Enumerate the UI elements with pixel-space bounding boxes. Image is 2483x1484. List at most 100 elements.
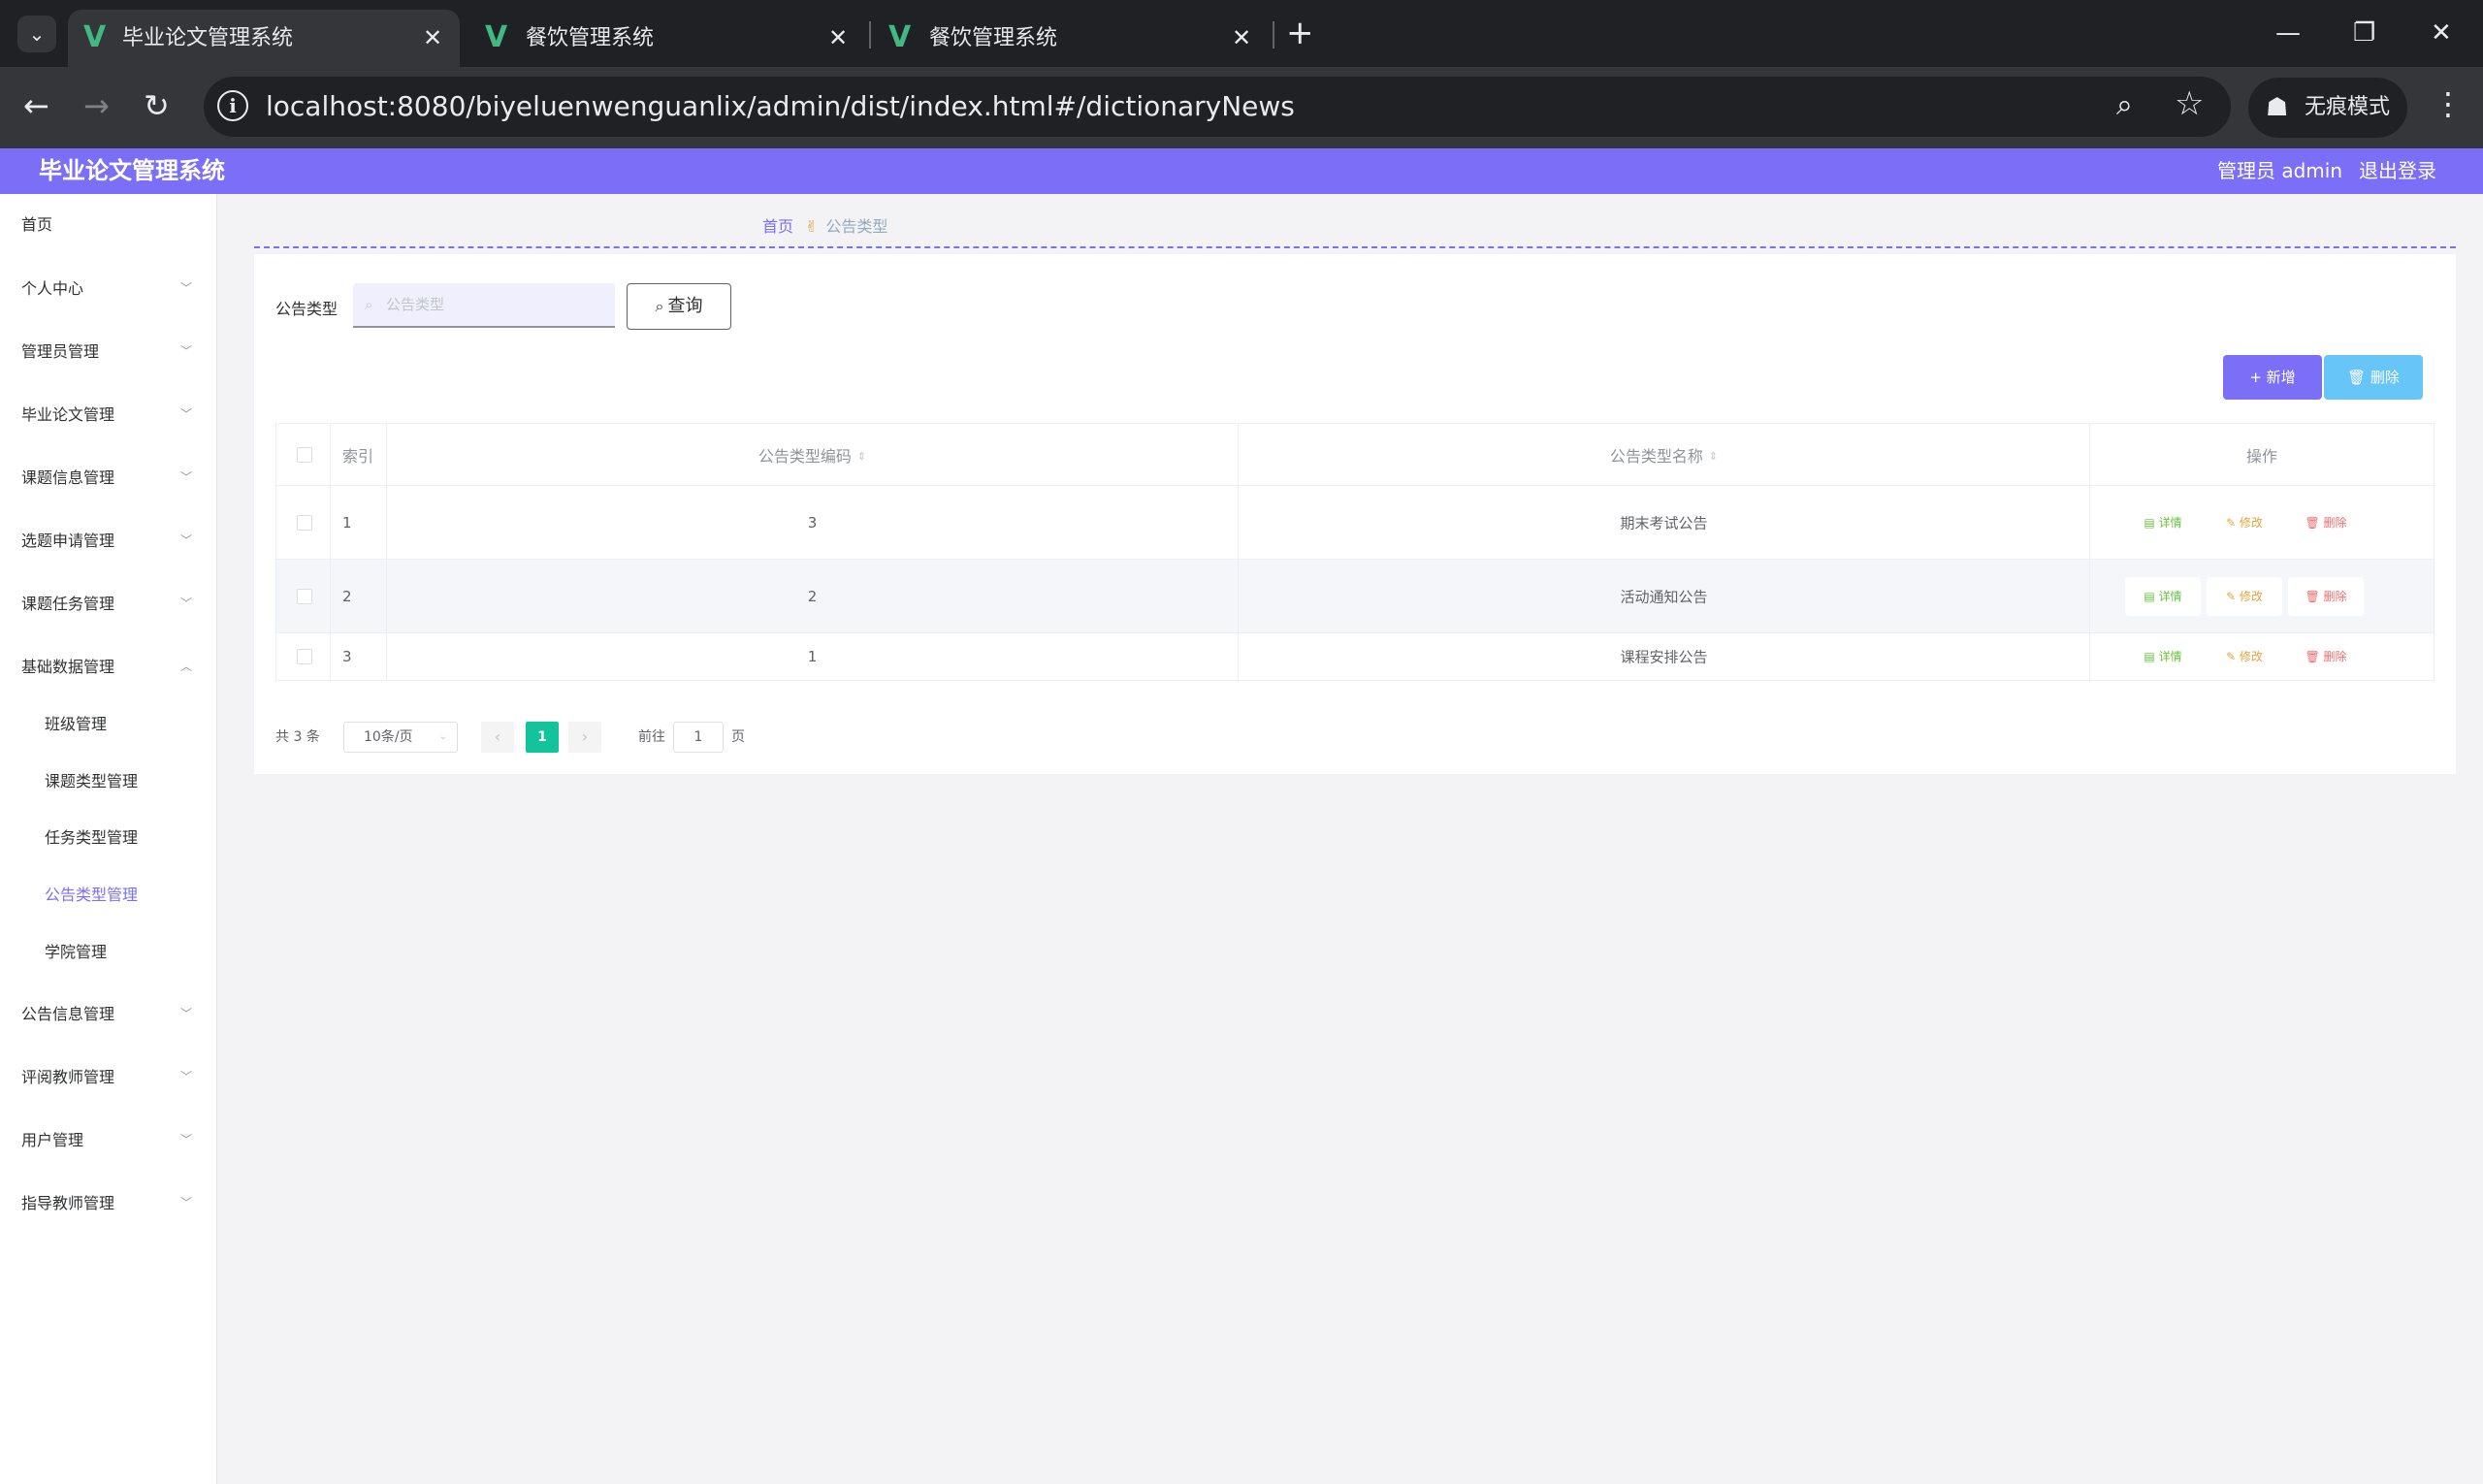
tab-search-dropdown[interactable]: ⌄ bbox=[17, 16, 56, 52]
sort-icon[interactable]: ⇕ bbox=[857, 451, 866, 462]
tab-thesis-system[interactable]: V 毕业论文管理系统 ✕ bbox=[68, 10, 460, 67]
detail-button[interactable]: ▤ 详情 bbox=[2125, 576, 2201, 616]
sidebar-item-supervisor[interactable]: 指导教师管理 ﹀ bbox=[0, 1184, 217, 1223]
table-row: 3 1 课程安排公告 ▤ 详情 ✎ 修改 🗑 删除 bbox=[276, 633, 2434, 680]
row-checkbox[interactable] bbox=[297, 514, 312, 531]
forward-icon[interactable]: → bbox=[83, 86, 110, 125]
header-name[interactable]: 公告类型名称 ⇕ bbox=[1239, 424, 2090, 485]
page-size-select[interactable]: 10条/页 ⌄ bbox=[343, 722, 458, 753]
delete-button[interactable]: 🗑 删除 bbox=[2288, 637, 2364, 676]
sidebar-item-class[interactable]: 班级管理 bbox=[0, 705, 217, 744]
delete-button[interactable]: 🗑 删除 bbox=[2288, 576, 2364, 616]
sidebar-item-topic-type[interactable]: 课题类型管理 bbox=[0, 762, 217, 801]
search-field[interactable]: ⌕ bbox=[353, 283, 615, 328]
sidebar-item-label: 个人中心 bbox=[21, 279, 84, 298]
sidebar-item-task-type[interactable]: 任务类型管理 bbox=[0, 819, 217, 857]
sidebar-item-label: 评阅教师管理 bbox=[21, 1068, 115, 1086]
close-icon[interactable]: ✕ bbox=[1232, 10, 1251, 67]
url-text[interactable]: localhost:8080/biyeluenwenguanlix/admin/… bbox=[266, 77, 1295, 137]
sidebar-item-personal-center[interactable]: 个人中心 ﹀ bbox=[0, 270, 217, 308]
chevron-down-icon: ﹀ bbox=[180, 597, 193, 610]
chevron-down-icon: ﹀ bbox=[180, 470, 193, 484]
sidebar-item-review-teacher[interactable]: 评阅教师管理 ﹀ bbox=[0, 1058, 217, 1097]
sidebar-item-label: 学院管理 bbox=[45, 943, 108, 961]
sidebar-item-label: 管理员管理 bbox=[21, 342, 100, 361]
close-icon[interactable]: ✕ bbox=[828, 10, 848, 67]
batch-delete-button[interactable]: 🗑 删除 bbox=[2324, 355, 2423, 400]
detail-button[interactable]: ▤ 详情 bbox=[2125, 503, 2201, 542]
row-name: 期末考试公告 bbox=[1620, 514, 1708, 532]
sidebar-item-topic-application[interactable]: 选题申请管理 ﹀ bbox=[0, 522, 217, 561]
row-checkbox[interactable] bbox=[297, 649, 312, 664]
row-index: 2 bbox=[342, 587, 352, 605]
prev-page-button[interactable]: ‹ bbox=[481, 722, 514, 753]
sidebar-item-label: 用户管理 bbox=[21, 1131, 84, 1149]
tab-separator bbox=[869, 21, 871, 48]
sidebar-item-topic-task[interactable]: 课题任务管理 ﹀ bbox=[0, 585, 217, 624]
sort-icon[interactable]: ⇕ bbox=[1709, 451, 1718, 462]
restore-icon[interactable]: ❐ bbox=[2353, 12, 2375, 54]
logout-link[interactable]: 退出登录 bbox=[2359, 148, 2436, 194]
sidebar-item-basic-data[interactable]: 基础数据管理 ︿ bbox=[0, 648, 217, 687]
close-icon[interactable]: ✕ bbox=[423, 10, 442, 67]
sidebar-item-label: 班级管理 bbox=[45, 715, 108, 733]
site-info-icon[interactable]: i bbox=[217, 90, 248, 121]
sidebar-item-label: 公告信息管理 bbox=[21, 1005, 115, 1023]
header-code[interactable]: 公告类型编码 ⇕ bbox=[387, 424, 1239, 485]
breadcrumb-home[interactable]: 首页 bbox=[762, 217, 793, 236]
sidebar-item-college[interactable]: 学院管理 bbox=[0, 933, 217, 972]
detail-button[interactable]: ▤ 详情 bbox=[2125, 637, 2201, 676]
header-code-text: 公告类型编码 ⇕ bbox=[387, 443, 1238, 467]
table-row: 2 2 活动通知公告 ▤ 详情 ✎ 修改 🗑 删除 bbox=[276, 560, 2434, 633]
header-checkbox-cell bbox=[276, 424, 331, 485]
sidebar-item-topic-info[interactable]: 课题信息管理 ﹀ bbox=[0, 459, 217, 498]
edit-button[interactable]: ✎ 修改 bbox=[2207, 503, 2282, 542]
edit-button[interactable]: ✎ 修改 bbox=[2207, 637, 2282, 676]
tab-restaurant-system-2[interactable]: V 餐饮管理系统 ✕ bbox=[879, 10, 1267, 67]
sidebar-item-notice-info[interactable]: 公告信息管理 ﹀ bbox=[0, 995, 217, 1034]
goto-label: 前往 bbox=[638, 729, 665, 745]
add-button[interactable]: + 新增 bbox=[2223, 355, 2322, 400]
row-code: 2 bbox=[807, 587, 818, 605]
sidebar-item-user[interactable]: 用户管理 ﹀ bbox=[0, 1121, 217, 1160]
sidebar-item-home[interactable]: 首页 bbox=[0, 206, 217, 244]
tab-restaurant-system-1[interactable]: V 餐饮管理系统 ✕ bbox=[475, 10, 863, 67]
minimize-icon[interactable]: — bbox=[2275, 12, 2301, 54]
select-all-checkbox[interactable] bbox=[297, 446, 312, 463]
sidebar-item-notice-type[interactable]: 公告类型管理 bbox=[0, 876, 217, 915]
edit-button[interactable]: ✎ 修改 bbox=[2207, 576, 2282, 616]
table-row: 1 3 期末考试公告 ▤ 详情 ✎ 修改 🗑 删除 bbox=[276, 486, 2434, 560]
header-index: 索引 bbox=[331, 424, 387, 485]
next-page-button[interactable]: › bbox=[568, 722, 601, 753]
chevron-down-icon: ﹀ bbox=[180, 1133, 193, 1146]
query-button[interactable]: ⌕ 查询 bbox=[627, 283, 731, 330]
sidebar-item-admin-management[interactable]: 管理员管理 ﹀ bbox=[0, 333, 217, 371]
incognito-badge[interactable]: ☗ 无痕模式 bbox=[2248, 78, 2407, 138]
new-tab-button[interactable]: + bbox=[1286, 14, 1314, 52]
hand-icon: ✌ bbox=[805, 217, 819, 236]
row-checkbox[interactable] bbox=[297, 588, 312, 604]
row-name-cell: 活动通知公告 bbox=[1239, 560, 2090, 632]
window-close-icon[interactable]: ✕ bbox=[2431, 12, 2452, 54]
table-header: 索引 公告类型编码 ⇕ 公告类型名称 ⇕ 操作 bbox=[276, 424, 2434, 486]
browser-toolbar: ← → ↻ i localhost:8080/biyeluenwenguanli… bbox=[0, 67, 2483, 148]
zoom-icon[interactable]: ⌕ bbox=[2116, 86, 2133, 125]
back-icon[interactable]: ← bbox=[23, 86, 49, 125]
bookmark-star-icon[interactable]: ☆ bbox=[2175, 84, 2204, 123]
header-operations: 操作 bbox=[2090, 424, 2434, 485]
vue-logo-icon: V bbox=[485, 20, 508, 54]
goto-page-input[interactable]: 1 bbox=[673, 722, 724, 753]
row-index-cell: 3 bbox=[331, 633, 387, 680]
search-input[interactable] bbox=[386, 283, 607, 326]
sidebar-item-thesis-management[interactable]: 毕业论文管理 ﹀ bbox=[0, 396, 217, 435]
row-ops-cell: ▤ 详情 ✎ 修改 🗑 删除 bbox=[2090, 486, 2434, 559]
delete-button[interactable]: 🗑 删除 bbox=[2288, 503, 2364, 542]
reload-icon[interactable]: ↻ bbox=[144, 86, 170, 125]
chevron-down-icon: ﹀ bbox=[180, 407, 193, 421]
search-icon: ⌕ bbox=[655, 297, 664, 315]
address-bar[interactable]: i localhost:8080/biyeluenwenguanlix/admi… bbox=[204, 77, 2231, 137]
row-ops-cell: ▤ 详情 ✎ 修改 🗑 删除 bbox=[2090, 633, 2434, 680]
page-number-current[interactable]: 1 bbox=[526, 722, 559, 753]
incognito-label: 无痕模式 bbox=[2305, 95, 2391, 119]
browser-menu-icon[interactable]: ⋮ bbox=[2433, 84, 2464, 123]
